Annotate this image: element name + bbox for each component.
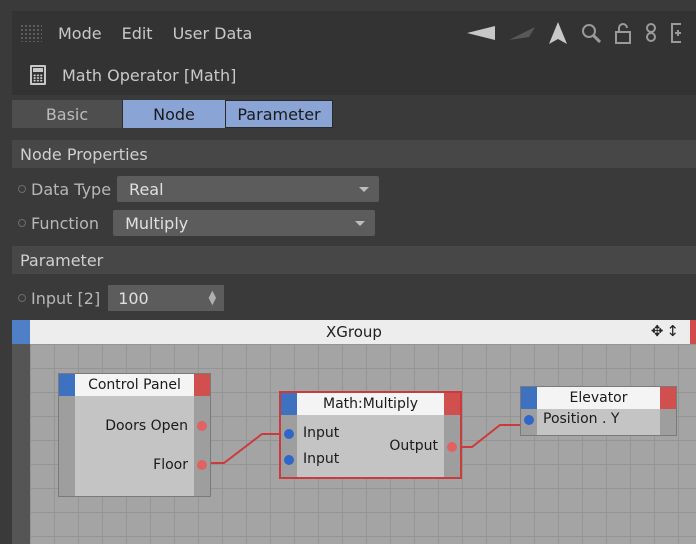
animate-dot-icon[interactable] — [18, 185, 26, 193]
port-label-input-2: Input — [303, 451, 340, 467]
node-outport-header[interactable] — [194, 374, 210, 396]
node-inport-header[interactable] — [59, 374, 75, 396]
animate-dot-icon[interactable] — [18, 294, 26, 302]
object-title-bar: Math Operator [Math] — [12, 55, 696, 95]
tab-node[interactable]: Node — [122, 100, 225, 128]
link-icon[interactable] — [645, 22, 657, 44]
xpresso-editor: XGroup ✥↕ Control Panel Doors Open Floor… — [12, 320, 696, 544]
menu-user-data[interactable]: User Data — [173, 24, 253, 43]
function-value: Multiply — [125, 213, 189, 233]
node-inport-header[interactable] — [521, 387, 537, 409]
elevator-node[interactable]: Elevator Position . Y — [520, 386, 677, 436]
math-multiply-node[interactable]: Math:Multiply Input Input Output — [279, 391, 462, 479]
section-node-properties[interactable]: Node Properties — [12, 140, 696, 168]
animate-dot-icon[interactable] — [18, 219, 26, 227]
arrow-left-icon[interactable] — [467, 25, 495, 41]
port-label-output: Output — [389, 438, 438, 454]
port-floor[interactable] — [197, 460, 207, 470]
new-panel-icon[interactable] — [671, 22, 681, 44]
port-label-doors-open: Doors Open — [105, 418, 188, 434]
input-stepper[interactable]: 100 ▲ ▼ — [108, 285, 225, 311]
port-position-y[interactable] — [524, 415, 534, 425]
arrow-right-icon[interactable] — [509, 25, 535, 41]
node-inport-header[interactable] — [281, 393, 297, 415]
port-output[interactable] — [447, 442, 457, 452]
toolbar — [467, 19, 681, 47]
node-outport-header[interactable] — [444, 393, 460, 415]
wire-floor-to-input — [205, 433, 284, 464]
port-label-floor: Floor — [153, 457, 188, 473]
menu-edit[interactable]: Edit — [122, 24, 153, 43]
tab-basic[interactable]: Basic — [12, 100, 122, 128]
node-title-math-multiply: Math:Multiply — [281, 393, 460, 415]
tab-bar: Basic Node Parameter — [12, 100, 333, 128]
calculator-icon — [30, 65, 46, 85]
grip-icon[interactable] — [20, 24, 42, 42]
menu-bar: Mode Edit User Data — [12, 11, 696, 55]
chevron-down-icon — [359, 187, 370, 192]
input-value: 100 — [118, 288, 149, 308]
port-label-input-1: Input — [303, 425, 340, 441]
chevron-down-icon — [355, 221, 366, 226]
spin-arrows-icon[interactable]: ▲ ▼ — [208, 290, 216, 307]
control-panel-node[interactable]: Control Panel Doors Open Floor — [58, 373, 211, 497]
arrow-up-icon[interactable] — [549, 22, 567, 44]
port-input-2[interactable] — [284, 455, 294, 465]
port-input-1[interactable] — [284, 429, 294, 439]
lock-icon[interactable] — [615, 22, 631, 44]
input-row: Input [2] 100 ▲ ▼ — [12, 283, 225, 313]
port-label-position-y: Position . Y — [543, 411, 620, 427]
function-label: Function — [31, 213, 100, 233]
function-dropdown[interactable]: Multiply — [113, 210, 376, 236]
section-parameter[interactable]: Parameter — [12, 246, 696, 274]
data-type-row: Data Type Real — [12, 174, 380, 204]
menu-mode[interactable]: Mode — [58, 24, 102, 43]
data-type-label: Data Type — [31, 179, 112, 199]
data-type-dropdown[interactable]: Real — [117, 176, 380, 202]
input-label: Input [2] — [31, 288, 101, 308]
data-type-value: Real — [129, 179, 164, 199]
object-title: Math Operator [Math] — [62, 65, 237, 85]
node-title-control-panel: Control Panel — [59, 374, 210, 396]
search-icon[interactable] — [581, 23, 601, 43]
tab-parameter[interactable]: Parameter — [225, 100, 333, 128]
node-outport-header[interactable] — [660, 387, 676, 409]
node-title-elevator: Elevator — [521, 387, 676, 409]
port-doors-open[interactable] — [197, 421, 207, 431]
function-row: Function Multiply — [12, 208, 376, 238]
